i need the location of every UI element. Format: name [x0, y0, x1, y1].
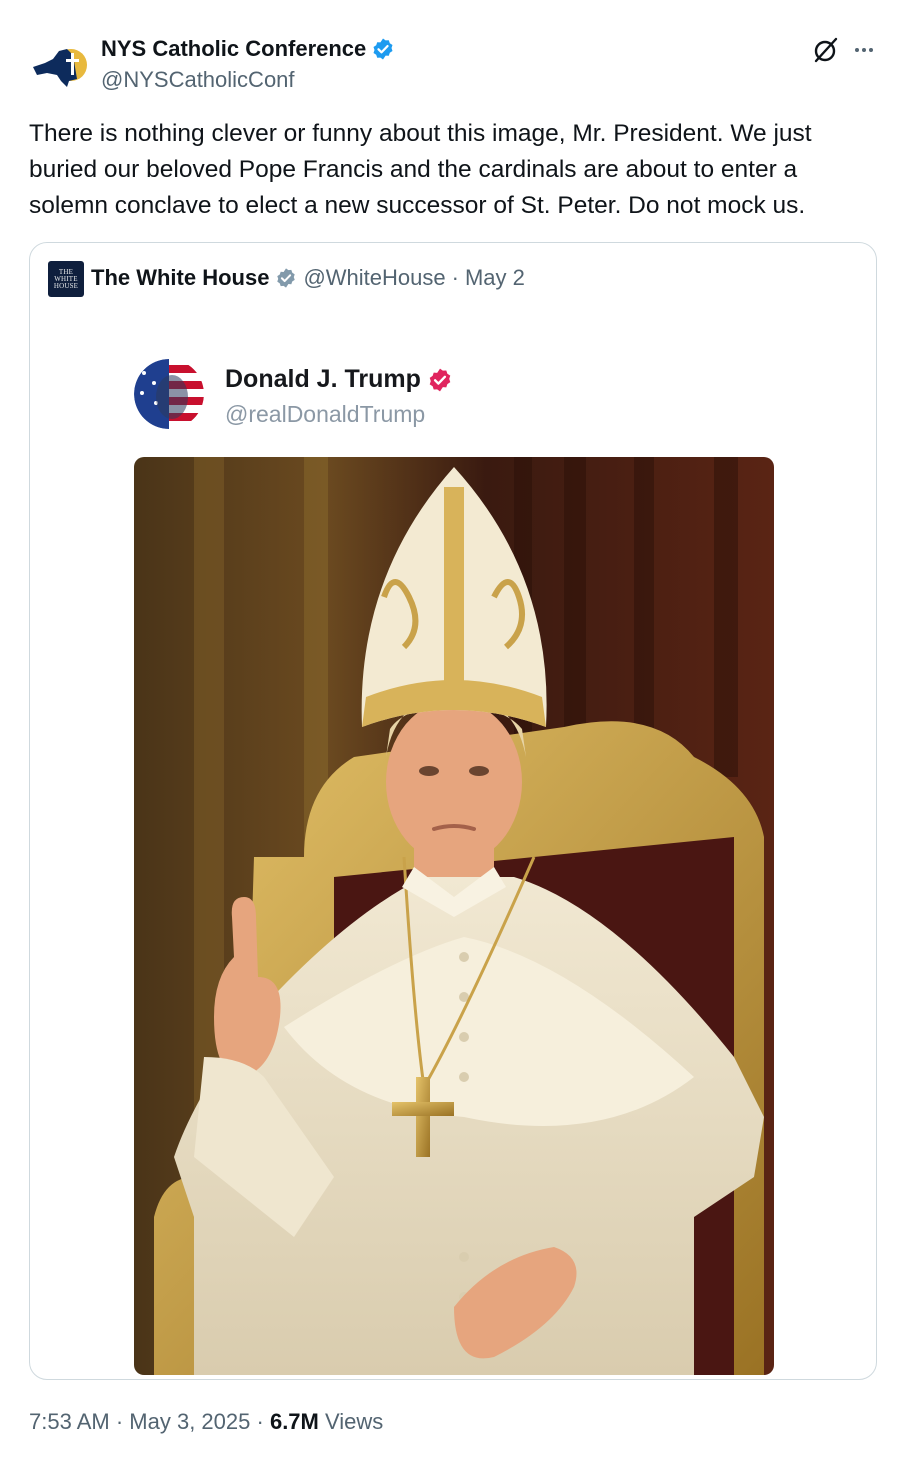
separator: ·	[451, 265, 459, 290]
author-name[interactable]: NYS Catholic Conference	[101, 36, 366, 62]
author-handle[interactable]: @NYSCatholicConf	[101, 67, 295, 93]
trump-avatar	[134, 359, 204, 429]
gray-verified-badge-icon	[277, 268, 296, 288]
verified-badge-icon	[373, 38, 393, 60]
more-icon[interactable]	[850, 36, 878, 64]
separator: ·	[115, 1409, 124, 1434]
author-avatar[interactable]	[29, 37, 89, 97]
grok-icon[interactable]	[812, 36, 840, 64]
tweet-date[interactable]: May 3, 2025	[129, 1409, 250, 1434]
quoted-author-handle[interactable]: @WhiteHouse	[303, 265, 445, 291]
pink-verified-badge-icon	[429, 368, 451, 391]
separator: ·	[256, 1409, 264, 1434]
embedded-name-row: Donald J. Trump	[225, 365, 453, 394]
embedded-author-name: Donald J. Trump	[225, 365, 421, 393]
tweet-meta: 7:53 AM · May 3, 2025 · 6.7M Views	[29, 1409, 383, 1435]
tweet-time[interactable]: 7:53 AM	[29, 1409, 110, 1434]
quoted-date[interactable]: May 2	[465, 265, 525, 291]
quoted-header: The White House @WhiteHouse · May 2	[91, 265, 525, 291]
pope-image[interactable]	[134, 457, 774, 1375]
white-house-avatar-text: THE WHITE HOUSE	[53, 267, 79, 290]
white-house-avatar[interactable]: THE WHITE HOUSE	[48, 261, 84, 297]
quoted-author-name[interactable]: The White House	[91, 265, 269, 291]
nys-catholic-logo	[29, 37, 89, 97]
embedded-author-handle: @realDonaldTrump	[225, 401, 426, 427]
quoted-tweet[interactable]: THE WHITE HOUSE The White House @WhiteHo…	[29, 242, 877, 1380]
views-label: Views	[325, 1409, 384, 1434]
tweet-text: There is nothing clever or funny about t…	[29, 120, 812, 219]
views-count[interactable]: 6.7M	[270, 1409, 319, 1434]
tweet-detail: NYS Catholic Conference @NYSCatholicConf…	[0, 0, 900, 1464]
author-name-row: NYS Catholic Conference	[101, 36, 395, 62]
